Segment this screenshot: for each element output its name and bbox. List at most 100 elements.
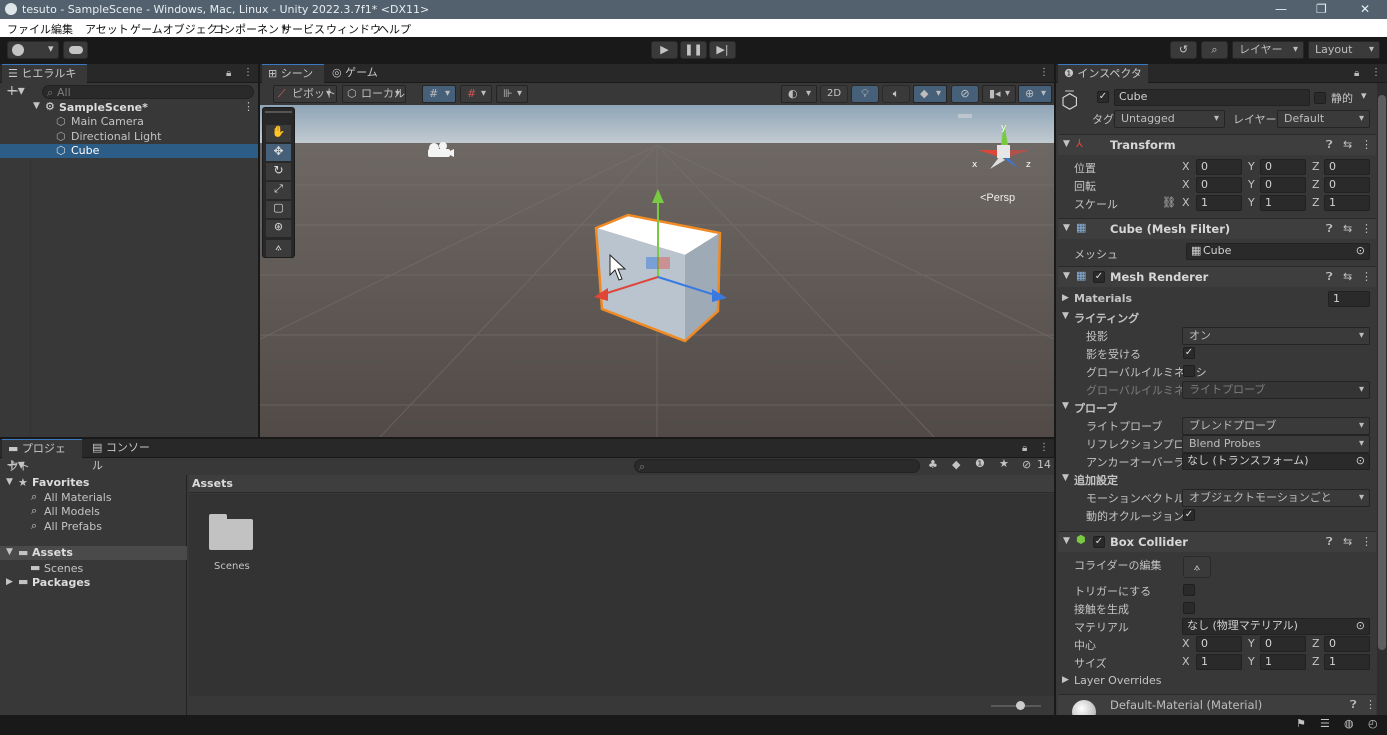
collapse-arrow-icon[interactable]: ▼: [1062, 473, 1069, 483]
hierarchy-item-selected[interactable]: ⬡ Cube: [0, 144, 258, 158]
scale-z-field[interactable]: 1: [1324, 195, 1370, 211]
size-z-field[interactable]: 1: [1324, 654, 1370, 670]
tab-console[interactable]: ▤ コンソール: [86, 439, 158, 472]
layer-dropdown[interactable]: Default: [1277, 110, 1370, 128]
preset-icon[interactable]: ⇆: [1343, 222, 1352, 235]
tab-project[interactable]: ▬ プロジェクト: [2, 439, 82, 473]
menu-file[interactable]: ファイル: [7, 21, 51, 37]
probes-section-label[interactable]: プローブ: [1074, 400, 1117, 416]
hand-tool-icon[interactable]: ✋: [266, 125, 291, 142]
preset-icon[interactable]: ⇆: [1343, 138, 1352, 151]
persp-label[interactable]: <Persp: [980, 192, 1015, 204]
size-y-field[interactable]: 1: [1260, 654, 1306, 670]
active-checkbox[interactable]: ✓: [1097, 91, 1109, 103]
favorite-item[interactable]: All Models: [44, 505, 100, 518]
enabled-checkbox[interactable]: ✓: [1093, 271, 1105, 283]
is-trigger-checkbox[interactable]: [1183, 584, 1195, 596]
debug-icon[interactable]: ⚑: [1296, 717, 1306, 730]
object-picker-icon[interactable]: ⊙: [1356, 244, 1365, 258]
object-name-field[interactable]: Cube: [1114, 89, 1310, 106]
more-icon[interactable]: ⋮: [1361, 138, 1372, 151]
more-icon[interactable]: ⋮: [243, 67, 253, 78]
lock-icon[interactable]: 🔒︎: [1022, 443, 1027, 454]
shading-dropdown[interactable]: ◐: [781, 85, 817, 103]
minimize-button[interactable]: —: [1275, 2, 1287, 16]
move-tool-icon[interactable]: ✥: [266, 144, 291, 161]
menu-window[interactable]: ウィンドウ: [326, 21, 381, 37]
hierarchy-item[interactable]: ⬡ Main Camera: [0, 115, 258, 129]
rect-tool-icon[interactable]: ▢: [266, 201, 291, 218]
menu-assets[interactable]: アセット: [85, 21, 129, 37]
favorite-star-icon[interactable]: ★: [999, 457, 1009, 470]
collapse-arrow-icon[interactable]: ▼: [1063, 271, 1070, 281]
2d-toggle[interactable]: 2D: [820, 85, 848, 103]
cast-shadows-dropdown[interactable]: オン: [1182, 327, 1370, 345]
expand-arrow-icon[interactable]: ▼: [6, 547, 13, 557]
collapse-arrow-icon[interactable]: ▼: [1063, 139, 1070, 149]
close-button[interactable]: ✕: [1360, 2, 1370, 16]
preset-icon[interactable]: ⇆: [1343, 535, 1352, 548]
object-picker-icon[interactable]: ⊙: [1356, 619, 1365, 633]
tab-inspector[interactable]: ❶ インスペクター: [1058, 64, 1148, 98]
expand-arrow-icon[interactable]: ▶: [1062, 293, 1069, 303]
layers-dropdown[interactable]: レイヤー: [1232, 41, 1304, 59]
tab-scene[interactable]: ⊞ シーン: [262, 64, 324, 83]
rotation-y-field[interactable]: 0: [1260, 177, 1306, 193]
audio-toggle[interactable]: 🔈︎: [882, 85, 910, 103]
lighting-toggle[interactable]: 💡︎: [851, 85, 879, 103]
add-object-button[interactable]: +▾: [6, 83, 25, 99]
filter-label-icon[interactable]: ◆: [952, 458, 960, 471]
tag-dropdown[interactable]: Untagged: [1114, 110, 1225, 128]
preset-icon[interactable]: ⇆: [1343, 270, 1352, 283]
menu-component[interactable]: コンポーネント: [213, 21, 290, 37]
help-icon[interactable]: ❓︎: [1350, 698, 1357, 712]
position-z-field[interactable]: 0: [1324, 159, 1370, 175]
link-icon[interactable]: ⛓︎: [1162, 196, 1176, 209]
collapse-arrow-icon[interactable]: ▼: [1063, 536, 1070, 546]
maximize-button[interactable]: ❐: [1316, 2, 1327, 16]
scene-more-icon[interactable]: ⋮: [243, 100, 254, 113]
collapse-arrow-icon[interactable]: ▼: [1062, 311, 1069, 321]
layer-overrides-label[interactable]: Layer Overrides: [1074, 674, 1162, 687]
breadcrumb-assets[interactable]: Assets: [192, 477, 233, 490]
gi-checkbox[interactable]: [1183, 365, 1195, 377]
camera-dropdown[interactable]: ▮◂: [982, 85, 1016, 103]
tree-item-packages[interactable]: Packages: [32, 576, 90, 589]
help-icon[interactable]: ❓︎: [1326, 535, 1333, 549]
pause-button[interactable]: ❚❚: [680, 41, 707, 59]
progress-icon[interactable]: ◴: [1368, 717, 1378, 730]
history-button[interactable]: ↺: [1170, 41, 1197, 59]
create-asset-button[interactable]: +▾: [6, 457, 25, 473]
tab-hierarchy[interactable]: ☰ ヒエラルキー: [2, 64, 87, 98]
gizmo-plane-handle[interactable]: [646, 257, 658, 269]
size-x-field[interactable]: 1: [1196, 654, 1242, 670]
scrollbar-thumb[interactable]: [1378, 95, 1386, 650]
layers-status-icon[interactable]: ☰: [1320, 717, 1330, 730]
favorite-item[interactable]: All Materials: [44, 491, 112, 504]
grid-snap-toggle[interactable]: #: [422, 85, 456, 103]
info-icon[interactable]: ❶: [975, 457, 985, 470]
custom-tool-icon[interactable]: ⟑: [266, 240, 291, 257]
materials-label[interactable]: Materials: [1074, 292, 1132, 305]
edit-collider-button[interactable]: ⟑: [1183, 556, 1211, 578]
help-icon[interactable]: ❓︎: [1326, 270, 1333, 284]
more-icon[interactable]: ⋮: [1371, 67, 1381, 78]
zoom-slider-thumb[interactable]: [1016, 701, 1025, 710]
hierarchy-scene-row[interactable]: ▼ ⚙ SampleScene* ⋮: [0, 100, 258, 115]
static-checkbox[interactable]: [1314, 92, 1326, 104]
mesh-object-field[interactable]: ▦ Cube ⊙: [1186, 243, 1370, 260]
tree-item-scenes[interactable]: Scenes: [44, 562, 83, 575]
increment-snap-toggle[interactable]: ⊪: [496, 85, 528, 103]
step-button[interactable]: ▶|: [709, 41, 736, 59]
more-icon[interactable]: ⋮: [1039, 67, 1049, 78]
light-probes-dropdown[interactable]: ブレンドプローブ: [1182, 417, 1370, 435]
account-button[interactable]: ▾: [7, 41, 59, 59]
bake-icon[interactable]: ◍: [1344, 717, 1354, 730]
dynamic-occlusion-checkbox[interactable]: ✓: [1183, 509, 1195, 521]
object-picker-icon[interactable]: ⊙: [1356, 454, 1365, 468]
transform-tool-icon[interactable]: ⊛: [266, 220, 291, 237]
expand-arrow-icon[interactable]: ▼: [6, 477, 13, 487]
rotation-x-field[interactable]: 0: [1196, 177, 1242, 193]
position-y-field[interactable]: 0: [1260, 159, 1306, 175]
provides-contacts-checkbox[interactable]: [1183, 602, 1195, 614]
